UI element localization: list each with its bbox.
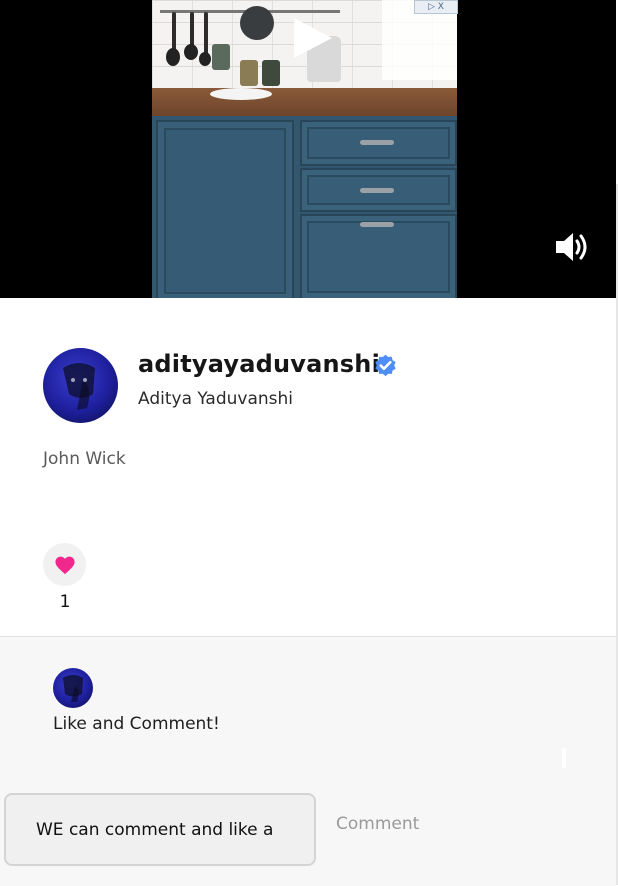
like-count: 1 [59,592,71,612]
comment-avatar[interactable] [53,668,93,708]
like-button[interactable] [43,543,86,586]
avatar-image [63,363,95,410]
comment-submit-button[interactable]: Comment [336,814,419,834]
heart-icon [54,556,75,574]
video-cabinets [152,116,457,298]
verified-badge-icon [375,354,396,377]
video-player[interactable]: ▷ X [0,0,616,298]
comment-input[interactable] [4,793,316,866]
play-icon[interactable] [290,16,334,60]
post-caption: John Wick [43,449,126,469]
ad-badge[interactable]: ▷ X [414,0,458,14]
full-name: Aditya Yaduvanshi [138,389,294,409]
comment-avatar-image [63,675,83,702]
username[interactable]: adityayaduvanshi [138,350,380,378]
volume-icon[interactable] [553,230,593,264]
scroll-indicator[interactable] [562,748,566,768]
avatar[interactable] [43,348,118,423]
comment-text: Like and Comment! [53,714,220,734]
